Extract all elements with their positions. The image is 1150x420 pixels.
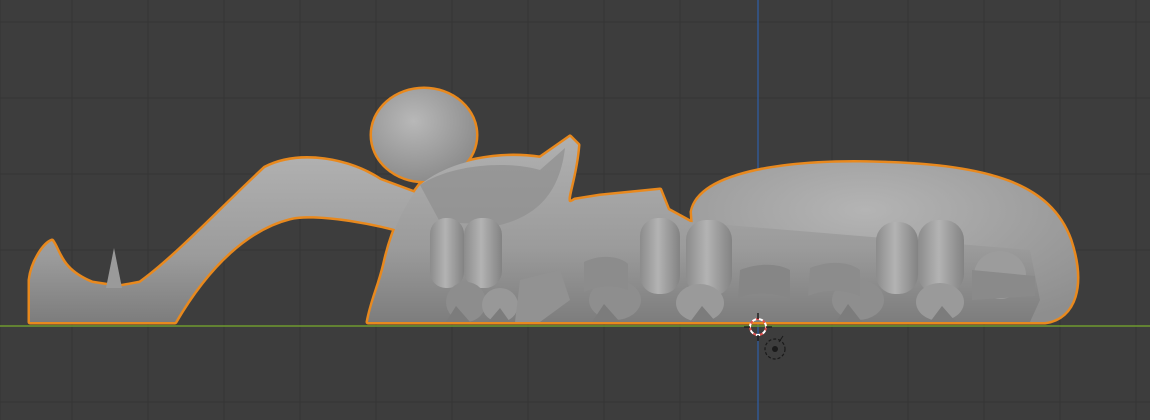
3d-viewport[interactable] [0,0,1150,420]
